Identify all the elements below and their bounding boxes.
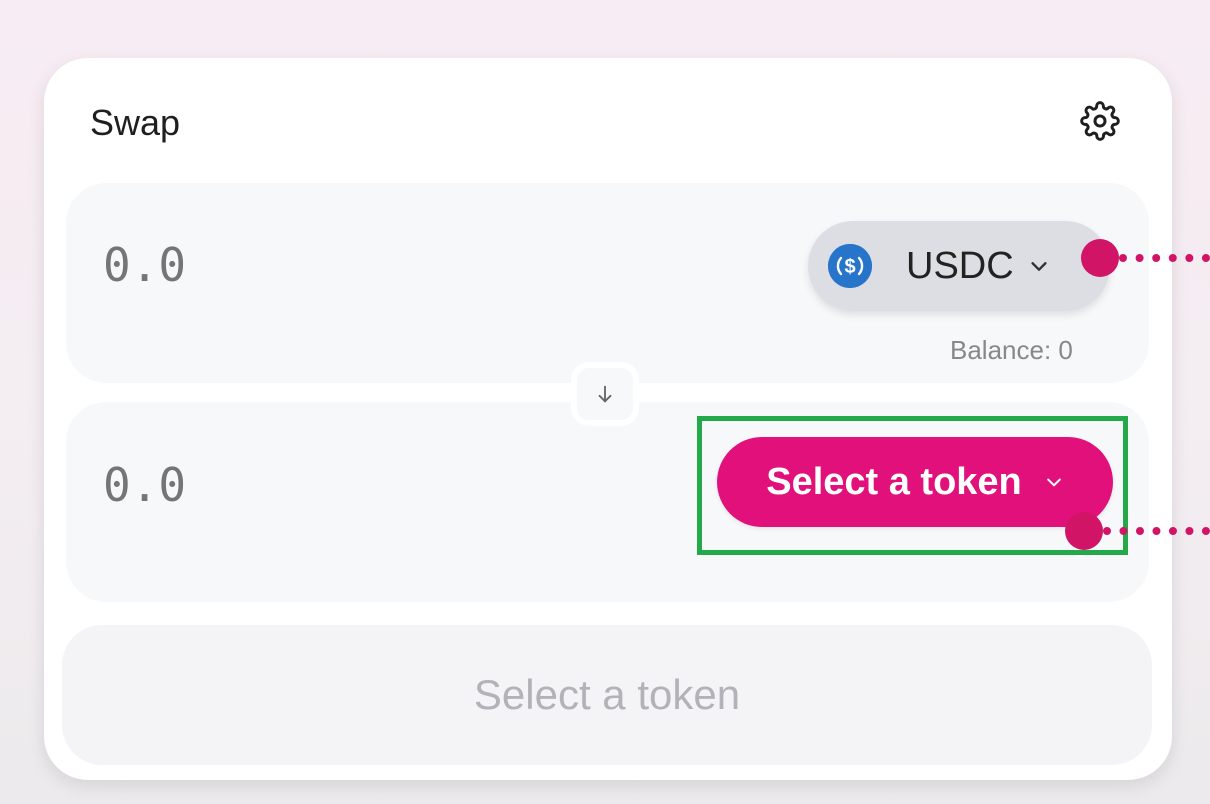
usdc-logo-icon: $ <box>828 244 872 288</box>
annotation-line <box>1103 527 1210 535</box>
switch-direction-button[interactable] <box>571 362 639 426</box>
svg-text:$: $ <box>844 256 855 278</box>
arrow-down-icon <box>598 385 612 403</box>
token-symbol: USDC <box>906 244 1014 287</box>
annotation-dot <box>1081 239 1119 277</box>
swap-action-label: Select a token <box>473 671 741 718</box>
swap-title: Swap <box>90 102 181 143</box>
swap-action-button[interactable]: Select a token <box>62 625 1152 765</box>
annotation-line <box>1119 254 1210 262</box>
input-amount-field[interactable] <box>103 238 503 292</box>
annotation-dot <box>1065 512 1103 550</box>
chevron-down-icon <box>1046 478 1061 487</box>
balance-label: Balance: 0 <box>950 335 1073 365</box>
token-selector-usdc[interactable]: $ USDC <box>808 221 1110 311</box>
settings-button[interactable] <box>1077 98 1123 144</box>
select-token-label: Select a token <box>766 460 1022 503</box>
output-amount-field[interactable] <box>103 458 503 512</box>
gear-icon <box>1080 101 1120 141</box>
select-token-button[interactable]: Select a token <box>717 437 1113 527</box>
chevron-down-icon <box>1031 262 1047 271</box>
